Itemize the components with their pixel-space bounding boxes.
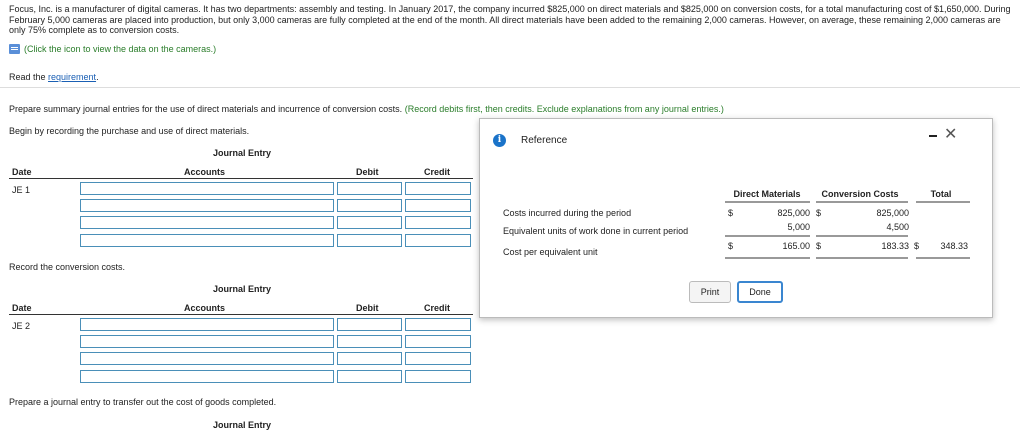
row-dm-currency: $	[728, 208, 733, 218]
col-date-2: Date	[12, 303, 32, 313]
table-header-rule-1	[9, 178, 473, 179]
journal-entry-title-1: Journal Entry	[212, 148, 271, 158]
row-total-value: 348.33	[940, 241, 968, 251]
je2-debit-input-2[interactable]	[337, 335, 402, 348]
reference-dialog: i Reference ✕ Direct Materials Conversio…	[479, 118, 993, 318]
je1-account-input-3[interactable]	[80, 216, 334, 229]
row-total-currency: $	[914, 241, 919, 251]
data-table-icon[interactable]	[9, 44, 20, 54]
je1-label: JE 1	[12, 185, 31, 195]
je2-credit-input-2[interactable]	[405, 335, 471, 348]
col-credit-2: Credit	[424, 303, 451, 313]
divider	[0, 87, 1020, 88]
je1-credit-input-2[interactable]	[405, 199, 471, 212]
je1-debit-input-2[interactable]	[337, 199, 402, 212]
col-debit-1: Debit	[356, 167, 379, 177]
read-prefix: Read the	[9, 72, 49, 82]
je2-account-input-2[interactable]	[80, 335, 334, 348]
section2-label: Record the conversion costs.	[9, 262, 126, 272]
je2-account-input-1[interactable]	[80, 318, 334, 331]
row-cc-value: 183.33	[881, 241, 909, 251]
row-cc-currency: $	[816, 208, 821, 218]
je2-account-input-4[interactable]	[80, 370, 334, 383]
header-conversion-costs: Conversion Costs	[821, 189, 898, 199]
col-credit-1: Credit	[424, 167, 451, 177]
col-accounts-2: Accounts	[184, 303, 226, 313]
row-label: Cost per equivalent unit	[503, 247, 598, 257]
row-dm-value: 165.00	[782, 241, 810, 251]
je2-account-input-3[interactable]	[80, 352, 334, 365]
je2-debit-input-3[interactable]	[337, 352, 402, 365]
instructions: Prepare summary journal entries for the …	[9, 104, 724, 114]
je1-credit-input-4[interactable]	[405, 234, 471, 247]
journal-entry-title-2: Journal Entry	[212, 284, 271, 294]
reference-table: Direct Materials Conversion Costs Total …	[503, 189, 970, 259]
journal-entry-title-3: Journal Entry	[212, 420, 271, 430]
row-label: Costs incurred during the period	[503, 208, 631, 218]
je2-label: JE 2	[12, 321, 31, 331]
table-header-rule-2	[9, 314, 473, 315]
instruction-main: Prepare summary journal entries for the …	[9, 104, 403, 114]
je1-debit-input-3[interactable]	[337, 216, 402, 229]
je2-credit-input-4[interactable]	[405, 370, 471, 383]
col-debit-2: Debit	[356, 303, 379, 313]
je1-debit-input-4[interactable]	[337, 234, 402, 247]
row-cc-value: 825,000	[876, 208, 909, 218]
row-dm-currency: $	[728, 241, 733, 251]
header-total: Total	[931, 189, 952, 199]
requirement-link[interactable]: requirement	[48, 72, 96, 82]
row-cc-currency: $	[816, 241, 821, 251]
je1-account-input-1[interactable]	[80, 182, 334, 195]
row-cc-value: 4,500	[886, 222, 909, 232]
col-date-1: Date	[12, 167, 32, 177]
je1-account-input-2[interactable]	[80, 199, 334, 212]
read-suffix: .	[96, 72, 99, 82]
section3-label: Prepare a journal entry to transfer out …	[9, 397, 277, 407]
done-button[interactable]: Done	[737, 281, 783, 303]
je2-debit-input-4[interactable]	[337, 370, 402, 383]
hint-text: (Click the icon to view the data on the …	[24, 44, 217, 54]
read-requirement: Read the requirement.	[9, 72, 99, 82]
problem-statement: Focus, Inc. is a manufacturer of digital…	[9, 4, 1011, 35]
je1-credit-input-1[interactable]	[405, 182, 471, 195]
je1-account-input-4[interactable]	[80, 234, 334, 247]
row-dm-value: 825,000	[777, 208, 810, 218]
col-accounts-1: Accounts	[184, 167, 226, 177]
je2-credit-input-3[interactable]	[405, 352, 471, 365]
print-button[interactable]: Print	[689, 281, 731, 303]
je2-debit-input-1[interactable]	[337, 318, 402, 331]
je1-credit-input-3[interactable]	[405, 216, 471, 229]
je2-credit-input-1[interactable]	[405, 318, 471, 331]
je1-debit-input-1[interactable]	[337, 182, 402, 195]
row-dm-value: 5,000	[787, 222, 810, 232]
header-direct-materials: Direct Materials	[733, 189, 800, 199]
section1-label: Begin by recording the purchase and use …	[9, 126, 250, 136]
data-hint[interactable]: (Click the icon to view the data on the …	[9, 44, 216, 54]
row-label: Equivalent units of work done in current…	[503, 226, 688, 236]
instruction-note: (Record debits first, then credits. Excl…	[404, 104, 724, 114]
